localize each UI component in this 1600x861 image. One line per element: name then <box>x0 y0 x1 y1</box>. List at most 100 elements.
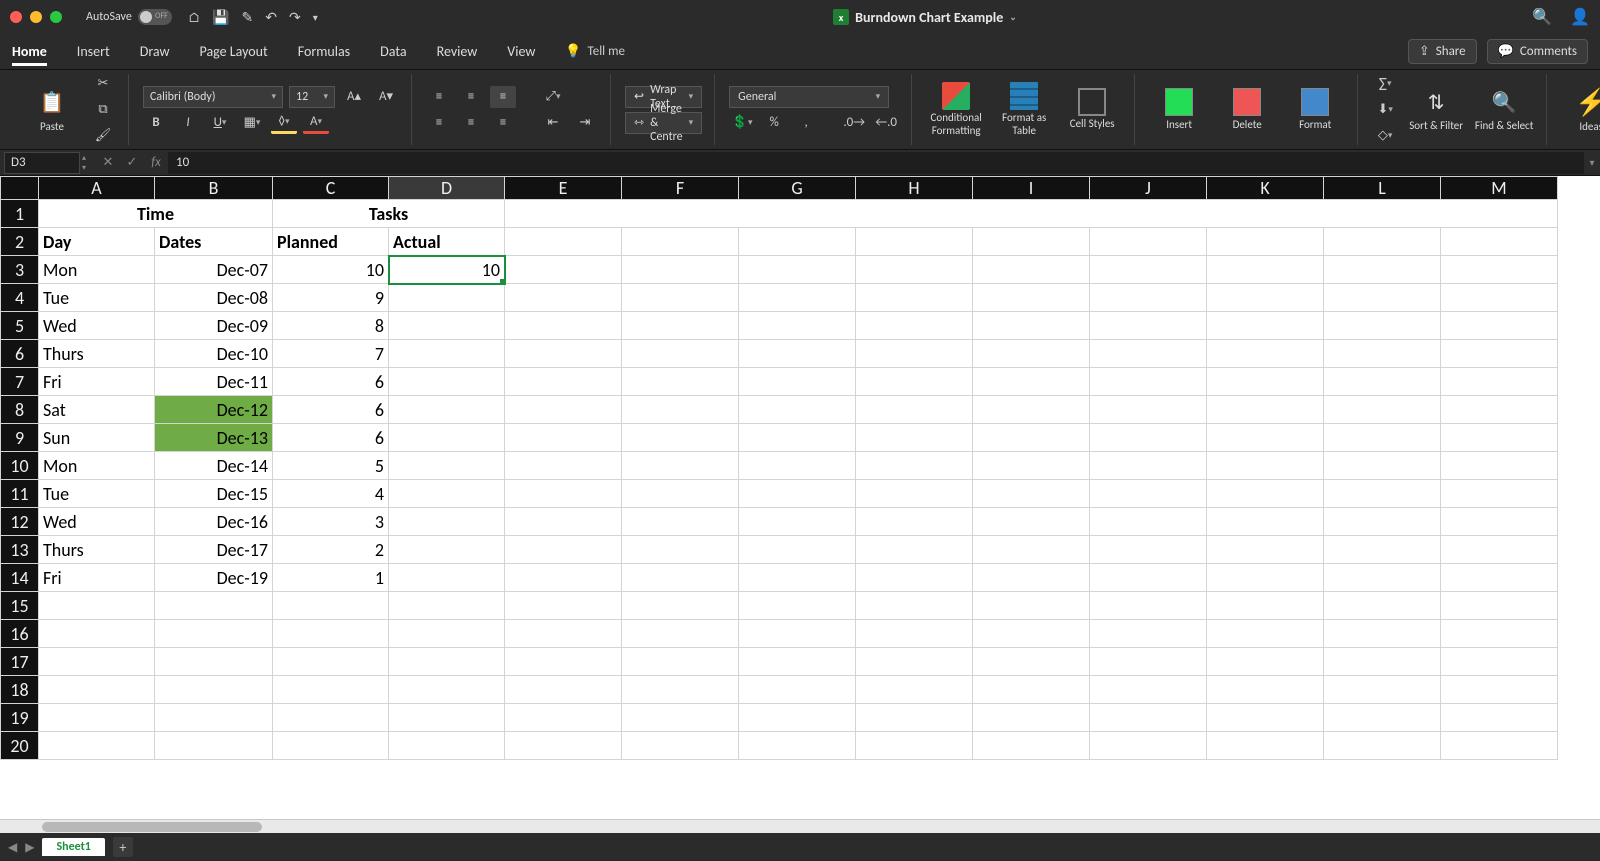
edit-icon[interactable]: ✎ <box>242 9 254 26</box>
cell-C13[interactable]: 2 <box>273 536 389 564</box>
save-icon[interactable]: 💾 <box>212 9 229 26</box>
share-button[interactable]: ⇪Share <box>1408 39 1477 64</box>
cell-K8[interactable] <box>1207 396 1324 424</box>
cell-B5[interactable]: Dec-09 <box>155 312 273 340</box>
cell-I3[interactable] <box>973 256 1090 284</box>
cell-D19[interactable] <box>389 704 505 732</box>
cell-E10[interactable] <box>505 452 622 480</box>
column-header-M[interactable]: M <box>1441 177 1558 200</box>
cell-C7[interactable]: 6 <box>273 368 389 396</box>
cell-H5[interactable] <box>856 312 973 340</box>
cell-H12[interactable] <box>856 508 973 536</box>
cell-B13[interactable]: Dec-17 <box>155 536 273 564</box>
cell-I11[interactable] <box>973 480 1090 508</box>
cell-G11[interactable] <box>739 480 856 508</box>
cell-J20[interactable] <box>1090 732 1207 760</box>
cell-I5[interactable] <box>973 312 1090 340</box>
cell-M5[interactable] <box>1441 312 1558 340</box>
row-header-5[interactable]: 5 <box>1 312 39 340</box>
ribbon-tab-page-layout[interactable]: Page Layout <box>200 37 268 66</box>
cell-I6[interactable] <box>973 340 1090 368</box>
cell-L3[interactable] <box>1324 256 1441 284</box>
cell-E5[interactable] <box>505 312 622 340</box>
font-color-icon[interactable]: A▾ <box>303 112 329 134</box>
cell-H6[interactable] <box>856 340 973 368</box>
cell-K4[interactable] <box>1207 284 1324 312</box>
cell-M10[interactable] <box>1441 452 1558 480</box>
cancel-icon[interactable]: ✕ <box>96 155 120 170</box>
maximize-window-icon[interactable] <box>50 11 62 23</box>
cell-H11[interactable] <box>856 480 973 508</box>
align-top-icon[interactable]: ≡ <box>426 86 452 108</box>
cell-B8[interactable]: Dec-12 <box>155 396 273 424</box>
cell-J18[interactable] <box>1090 676 1207 704</box>
cell-L4[interactable] <box>1324 284 1441 312</box>
cell-K20[interactable] <box>1207 732 1324 760</box>
comments-button[interactable]: 💬Comments <box>1487 39 1588 64</box>
cell-G19[interactable] <box>739 704 856 732</box>
row-header-16[interactable]: 16 <box>1 620 39 648</box>
cell-A4[interactable]: Tue <box>39 284 155 312</box>
prev-sheet-icon[interactable]: ◀ <box>8 840 17 855</box>
cell-L11[interactable] <box>1324 480 1441 508</box>
cell-E17[interactable] <box>505 648 622 676</box>
column-header-B[interactable]: B <box>155 177 273 200</box>
cell-B16[interactable] <box>155 620 273 648</box>
cell-A5[interactable]: Wed <box>39 312 155 340</box>
cell-K10[interactable] <box>1207 452 1324 480</box>
cell-J19[interactable] <box>1090 704 1207 732</box>
cell-E14[interactable] <box>505 564 622 592</box>
cell-G14[interactable] <box>739 564 856 592</box>
cell-E4[interactable] <box>505 284 622 312</box>
cell-J8[interactable] <box>1090 396 1207 424</box>
cell-M9[interactable] <box>1441 424 1558 452</box>
cell-I15[interactable] <box>973 592 1090 620</box>
row-header-7[interactable]: 7 <box>1 368 39 396</box>
decrease-decimal-icon[interactable]: ←.0 <box>873 112 899 134</box>
cell-L5[interactable] <box>1324 312 1441 340</box>
tell-me-search[interactable]: 💡Tell me <box>565 44 625 59</box>
cell-K13[interactable] <box>1207 536 1324 564</box>
row-header-18[interactable]: 18 <box>1 676 39 704</box>
cell-E8[interactable] <box>505 396 622 424</box>
cell-M11[interactable] <box>1441 480 1558 508</box>
copy-icon[interactable]: ⧉ <box>90 99 116 121</box>
cell-E3[interactable] <box>505 256 622 284</box>
cell-I9[interactable] <box>973 424 1090 452</box>
cell-A11[interactable]: Tue <box>39 480 155 508</box>
cell-G5[interactable] <box>739 312 856 340</box>
cell-K14[interactable] <box>1207 564 1324 592</box>
qat-dropdown-icon[interactable]: ▾ <box>313 11 318 24</box>
cell-M20[interactable] <box>1441 732 1558 760</box>
cell-B3[interactable]: Dec-07 <box>155 256 273 284</box>
increase-font-icon[interactable]: A▴ <box>341 86 367 108</box>
cell-H18[interactable] <box>856 676 973 704</box>
cell-F14[interactable] <box>622 564 739 592</box>
cell-H20[interactable] <box>856 732 973 760</box>
comma-icon[interactable]: , <box>793 112 819 134</box>
cell-L14[interactable] <box>1324 564 1441 592</box>
cell-J12[interactable] <box>1090 508 1207 536</box>
cell-G18[interactable] <box>739 676 856 704</box>
cell-H10[interactable] <box>856 452 973 480</box>
cell-M14[interactable] <box>1441 564 1558 592</box>
home-icon[interactable]: ⌂ <box>188 9 200 26</box>
cell-E6[interactable] <box>505 340 622 368</box>
cell-C18[interactable] <box>273 676 389 704</box>
cell-A14[interactable]: Fri <box>39 564 155 592</box>
row-header-3[interactable]: 3 <box>1 256 39 284</box>
cell-K2[interactable] <box>1207 228 1324 256</box>
cell-E18[interactable] <box>505 676 622 704</box>
account-icon[interactable]: 👤 <box>1570 7 1590 27</box>
cell-L10[interactable] <box>1324 452 1441 480</box>
percent-icon[interactable]: % <box>761 112 787 134</box>
decrease-indent-icon[interactable]: ⇤ <box>540 112 566 134</box>
cell-H13[interactable] <box>856 536 973 564</box>
cell-C2[interactable]: Planned <box>273 228 389 256</box>
cell-E12[interactable] <box>505 508 622 536</box>
find-select-button[interactable]: 🔍Find & Select <box>1474 86 1534 132</box>
cell-K7[interactable] <box>1207 368 1324 396</box>
cell-L18[interactable] <box>1324 676 1441 704</box>
align-bottom-icon[interactable]: ≡ <box>490 86 516 108</box>
currency-icon[interactable]: 💲▾ <box>729 112 755 134</box>
